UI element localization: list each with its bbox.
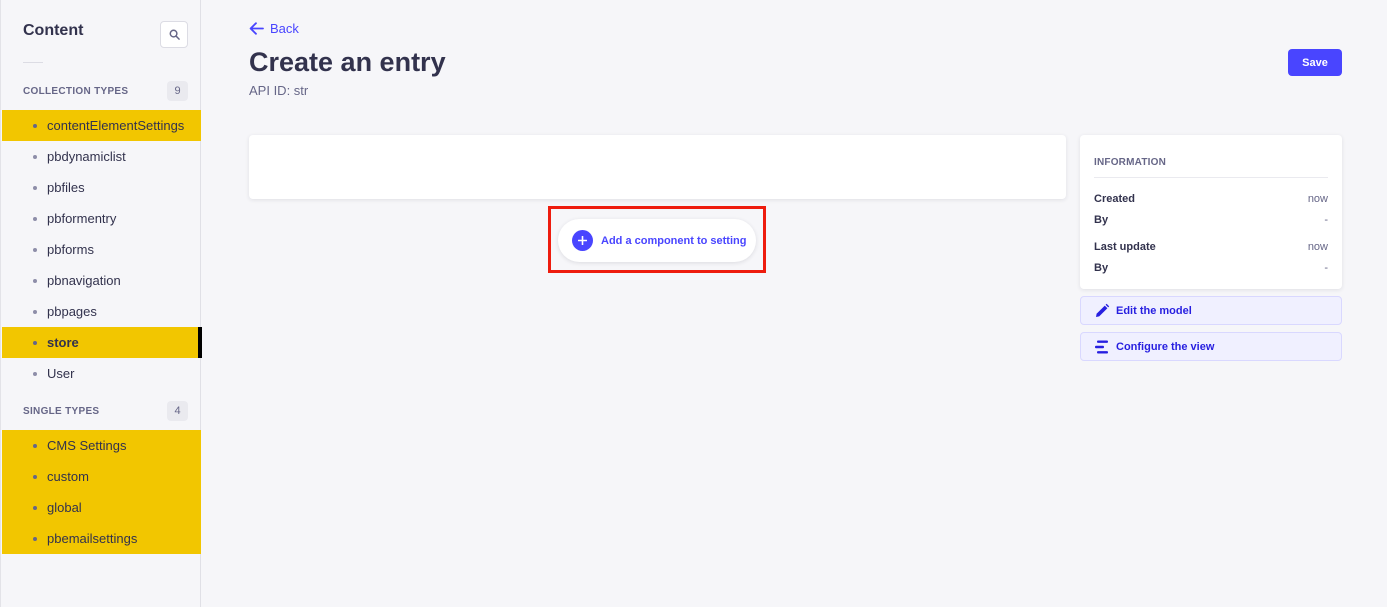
- sidebar-item-label: contentElementSettings: [47, 118, 185, 133]
- created-by-row: By -: [1094, 214, 1328, 226]
- sidebar-divider: [23, 62, 43, 63]
- collection-types-header: COLLECTION TYPES 9: [23, 81, 188, 101]
- search-button[interactable]: [160, 21, 188, 48]
- add-component-button[interactable]: Add a component to setting: [558, 219, 756, 262]
- sidebar-item-pbpages[interactable]: pbpages: [2, 296, 201, 327]
- bullet-icon: [33, 536, 37, 541]
- created-row: Created now: [1094, 193, 1328, 205]
- sidebar-item-pbemailsettings[interactable]: pbemailsettings: [2, 523, 201, 554]
- api-id: API ID: str: [249, 83, 309, 98]
- single-types-list: CMS Settings custom global pbemailsettin…: [2, 430, 201, 554]
- updated-by-label: By: [1094, 262, 1109, 274]
- created-by-label: By: [1094, 214, 1109, 226]
- configure-view-button[interactable]: Configure the view: [1080, 332, 1342, 361]
- sidebar: Content COLLECTION TYPES 9 contentElemen…: [0, 0, 202, 607]
- updated-by-value: -: [1324, 262, 1328, 274]
- sidebar-item-label: pbemailsettings: [47, 531, 138, 546]
- sidebar-item-label: pbformentry: [47, 211, 117, 226]
- arrow-left-icon: [249, 22, 264, 35]
- bullet-icon: [33, 340, 37, 345]
- last-update-row: Last update now: [1094, 241, 1328, 253]
- bullet-icon: [33, 278, 37, 283]
- created-value: now: [1307, 193, 1328, 205]
- back-label: Back: [270, 21, 299, 36]
- sidebar-item-label: User: [47, 366, 75, 381]
- bullet-icon: [33, 505, 37, 510]
- bullet-icon: [33, 371, 37, 376]
- add-component-label: Add a component to setting: [601, 234, 747, 247]
- edit-model-label: Edit the model: [1116, 304, 1192, 317]
- information-title: INFORMATION: [1094, 157, 1167, 168]
- back-link[interactable]: Back: [249, 21, 299, 36]
- sidebar-item-cms-settings[interactable]: CMS Settings: [2, 430, 201, 461]
- sidebar-item-label: pbpages: [47, 304, 97, 319]
- bullet-icon: [33, 154, 37, 159]
- sidebar-item-label: global: [47, 500, 82, 515]
- sidebar-item-pbfiles[interactable]: pbfiles: [2, 172, 201, 203]
- sidebar-title: Content: [23, 22, 84, 39]
- plus-icon: [572, 230, 593, 251]
- edit-model-button[interactable]: Edit the model: [1080, 296, 1342, 325]
- collection-types-label: COLLECTION TYPES: [23, 85, 129, 97]
- bullet-icon: [33, 216, 37, 221]
- sidebar-item-store[interactable]: store: [2, 327, 202, 358]
- information-panel: INFORMATION Created now By - Last update…: [1080, 135, 1342, 289]
- bullet-icon: [33, 123, 37, 128]
- sidebar-item-global[interactable]: global: [2, 492, 201, 523]
- sidebar-item-label: store: [47, 335, 79, 350]
- sidebar-item-label: pbnavigation: [47, 273, 121, 288]
- sidebar-item-custom[interactable]: custom: [2, 461, 201, 492]
- collection-types-count: 9: [167, 81, 188, 101]
- sidebar-item-user[interactable]: User: [2, 358, 201, 389]
- bullet-icon: [33, 474, 37, 479]
- sidebar-item-pbnavigation[interactable]: pbnavigation: [2, 265, 201, 296]
- list-icon: [1095, 340, 1108, 353]
- single-types-header: SINGLE TYPES 4: [23, 401, 188, 421]
- updated-by-row: By -: [1094, 262, 1328, 274]
- bullet-icon: [33, 247, 37, 252]
- configure-view-label: Configure the view: [1116, 340, 1215, 353]
- collection-types-list: contentElementSettings pbdynamiclist pbf…: [2, 110, 202, 389]
- last-update-label: Last update: [1094, 241, 1156, 253]
- sidebar-item-label: pbforms: [47, 242, 94, 257]
- last-update-value: now: [1307, 241, 1328, 253]
- bullet-icon: [33, 443, 37, 448]
- sidebar-item-pbdynamiclist[interactable]: pbdynamiclist: [2, 141, 201, 172]
- sidebar-item-pbforms[interactable]: pbforms: [2, 234, 201, 265]
- bullet-icon: [33, 309, 37, 314]
- created-label: Created: [1094, 193, 1135, 205]
- sidebar-item-label: pbfiles: [47, 180, 85, 195]
- information-divider: [1094, 177, 1328, 178]
- bullet-icon: [33, 185, 37, 190]
- pencil-icon: [1096, 303, 1110, 317]
- sidebar-item-contentelementsettings[interactable]: contentElementSettings: [2, 110, 201, 141]
- single-types-label: SINGLE TYPES: [23, 405, 100, 417]
- created-by-value: -: [1324, 214, 1328, 226]
- dynamic-zone-card: [249, 135, 1066, 199]
- save-button[interactable]: Save: [1288, 49, 1342, 76]
- sidebar-item-pbformentry[interactable]: pbformentry: [2, 203, 201, 234]
- single-types-count: 4: [167, 401, 188, 421]
- sidebar-item-label: pbdynamiclist: [47, 149, 126, 164]
- page-title: Create an entry: [249, 47, 446, 77]
- search-icon: [169, 29, 180, 40]
- sidebar-item-label: CMS Settings: [47, 438, 127, 453]
- sidebar-item-label: custom: [47, 469, 89, 484]
